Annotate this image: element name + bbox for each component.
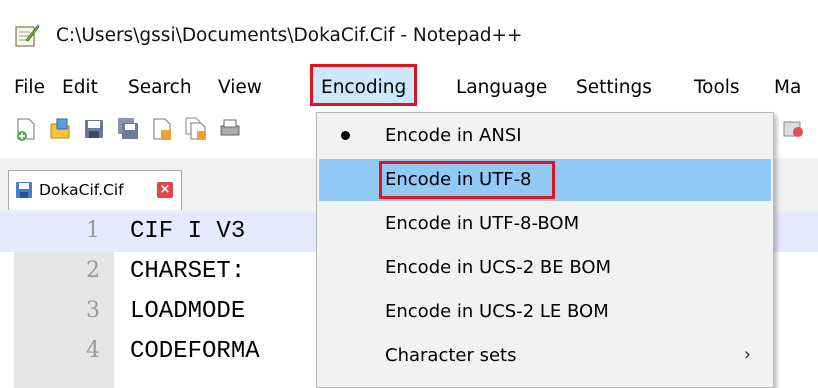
menu-item-encode-utf8-bom[interactable]: Encode in UTF-8-BOM — [319, 203, 771, 245]
menu-item-label: Character sets — [385, 345, 517, 366]
line-number: 2 — [86, 258, 100, 283]
menu-item-encode-utf8[interactable]: Encode in UTF-8 — [319, 159, 771, 201]
menu-item-label: Encode in ANSI — [385, 125, 522, 146]
notepadpp-app-icon — [15, 24, 40, 47]
line-text: CODEFORMA — [130, 338, 260, 365]
save-icon[interactable] — [82, 116, 106, 142]
menu-item-character-sets[interactable]: Character sets › — [319, 335, 771, 377]
close-all-icon[interactable] — [184, 116, 208, 142]
checked-bullet-icon — [341, 131, 350, 140]
line-number: 4 — [86, 338, 100, 363]
menu-item-label: Encode in UTF-8-BOM — [385, 213, 580, 234]
encoding-dropdown-menu: Encode in ANSI Encode in UTF-8 Encode in… — [316, 112, 774, 388]
menu-language[interactable]: Language — [456, 77, 547, 98]
menu-encoding[interactable]: Encoding — [310, 64, 418, 106]
menu-item-label: Encode in UCS-2 LE BOM — [385, 301, 609, 322]
tab-dokacif[interactable]: DokaCif.Cif × — [8, 170, 182, 210]
menu-bar: File Edit Search View Encoding Language … — [0, 64, 818, 110]
line-text: CIF I V3 — [130, 218, 246, 245]
red-highlight-box — [379, 161, 555, 199]
menu-macro[interactable]: Ma — [774, 77, 801, 98]
menu-settings[interactable]: Settings — [576, 77, 652, 98]
menu-edit[interactable]: Edit — [62, 77, 98, 98]
title-bar: C:\Users\gssi\Documents\DokaCif.Cif - No… — [0, 0, 818, 68]
menu-item-encode-ucs2-be-bom[interactable]: Encode in UCS-2 BE BOM — [319, 247, 771, 289]
menu-item-encode-ucs2-le-bom[interactable]: Encode in UCS-2 LE BOM — [319, 291, 771, 333]
save-all-icon[interactable] — [116, 116, 140, 142]
tab-close-icon[interactable]: × — [157, 182, 173, 198]
menu-view[interactable]: View — [218, 77, 262, 98]
line-text: CHARSET: — [130, 258, 246, 285]
menu-search[interactable]: Search — [128, 77, 192, 98]
new-file-icon[interactable] — [14, 116, 38, 142]
menu-item-encode-ansi[interactable]: Encode in ANSI — [319, 115, 771, 157]
line-text: LOADMODE — [130, 298, 246, 325]
print-icon[interactable] — [218, 116, 242, 142]
submenu-arrow-icon: › — [743, 344, 751, 365]
open-file-icon[interactable] — [48, 116, 72, 142]
close-file-icon[interactable] — [150, 116, 174, 142]
window-title: C:\Users\gssi\Documents\DokaCif.Cif - No… — [56, 25, 523, 46]
menu-tools[interactable]: Tools — [694, 77, 740, 98]
menu-file[interactable]: File — [14, 77, 45, 98]
macro-record-icon[interactable] — [782, 116, 806, 142]
tab-label: DokaCif.Cif — [39, 181, 124, 199]
menu-item-label: Encode in UCS-2 BE BOM — [385, 257, 612, 278]
line-number: 3 — [86, 298, 100, 323]
line-number: 1 — [86, 218, 100, 243]
saved-file-icon — [16, 182, 32, 198]
